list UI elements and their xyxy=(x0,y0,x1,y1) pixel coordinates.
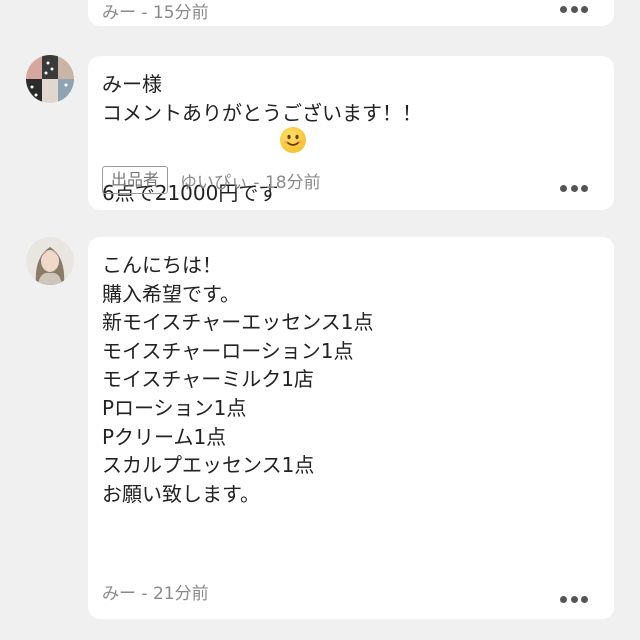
smiling-face-icon xyxy=(280,127,307,154)
more-options-icon[interactable] xyxy=(560,5,588,13)
comment-meta: みー - 21分前 xyxy=(102,584,209,604)
comment-text-line: 購入希望です。 xyxy=(102,281,240,306)
comment-card-1: みー - 15分前 xyxy=(88,0,614,26)
seller-badge: 出品者 xyxy=(102,166,169,194)
comment-text-line: モイスチャーローション1点 xyxy=(102,338,354,363)
comment-text-line: コメントありがとうございます！！ xyxy=(102,100,422,125)
more-options-icon[interactable] xyxy=(560,184,588,192)
more-options-icon[interactable] xyxy=(560,595,588,603)
comment-text-line: みー様 xyxy=(102,72,162,96)
comment-card-2: みー様 コメントありがとうございます！！ 6点で21000円です 出品者 ゆいぴ… xyxy=(88,56,614,210)
avatar[interactable] xyxy=(26,55,74,103)
comment-card-3: こんにちは！ 購入希望です。 新モイスチャーエッセンス1点 モイスチャーローショ… xyxy=(88,237,614,619)
comment-text-line: スカルプエッセンス1点 xyxy=(102,453,315,478)
avatar[interactable] xyxy=(26,237,74,285)
comment-text-line: お願い致します。 xyxy=(102,481,260,506)
comment-text-line: こんにちは！ xyxy=(102,253,222,277)
comment-text-line: Pローション1点 xyxy=(102,395,247,420)
comment-text-line: Pクリーム1点 xyxy=(102,424,227,449)
comment-meta: みー - 15分前 xyxy=(102,3,209,23)
comment-text-line: モイスチャーミルク1店 xyxy=(102,367,314,392)
comment-text-line: 新モイスチャーエッセンス1点 xyxy=(102,310,374,335)
comment-meta: ゆいぴぃ - 18分前 xyxy=(180,172,321,193)
